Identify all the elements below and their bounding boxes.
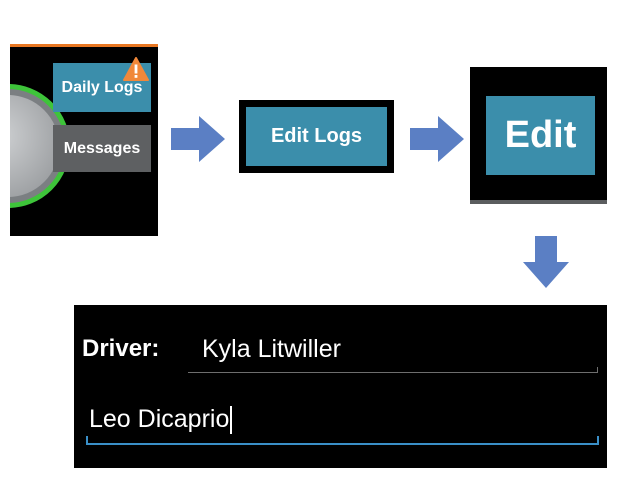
right-arrow-icon — [171, 116, 225, 162]
edit-logs-label: Edit Logs — [270, 125, 363, 147]
right-arrow-icon — [410, 116, 464, 162]
edit-button[interactable]: Edit — [486, 96, 595, 175]
driver-label: Driver: — [82, 335, 160, 362]
edit-label: Edit — [504, 114, 577, 156]
driver-field[interactable]: Kyla Litwiller — [202, 335, 341, 364]
edit-logs-screen-crop: Edit Logs — [239, 100, 394, 173]
messages-label: Messages — [63, 139, 141, 157]
warning-triangle-icon — [123, 57, 149, 81]
status-strip — [10, 44, 158, 47]
edit-screen-crop: Edit — [470, 67, 607, 204]
codriver-input[interactable]: Leo Dicaprio — [89, 405, 233, 435]
driver-field-underline — [188, 372, 598, 373]
messages-button[interactable]: Messages — [53, 125, 151, 172]
down-arrow-icon — [523, 236, 569, 288]
edit-logs-button[interactable]: Edit Logs — [246, 107, 387, 166]
main-screen-crop: Daily Logs Messages — [10, 44, 158, 236]
driver-form: Driver: Kyla Litwiller Leo Dicaprio — [74, 305, 607, 468]
codriver-value: Leo Dicaprio — [89, 405, 230, 433]
codriver-input-underline — [86, 443, 599, 445]
text-cursor — [230, 406, 233, 435]
divider — [470, 200, 607, 204]
